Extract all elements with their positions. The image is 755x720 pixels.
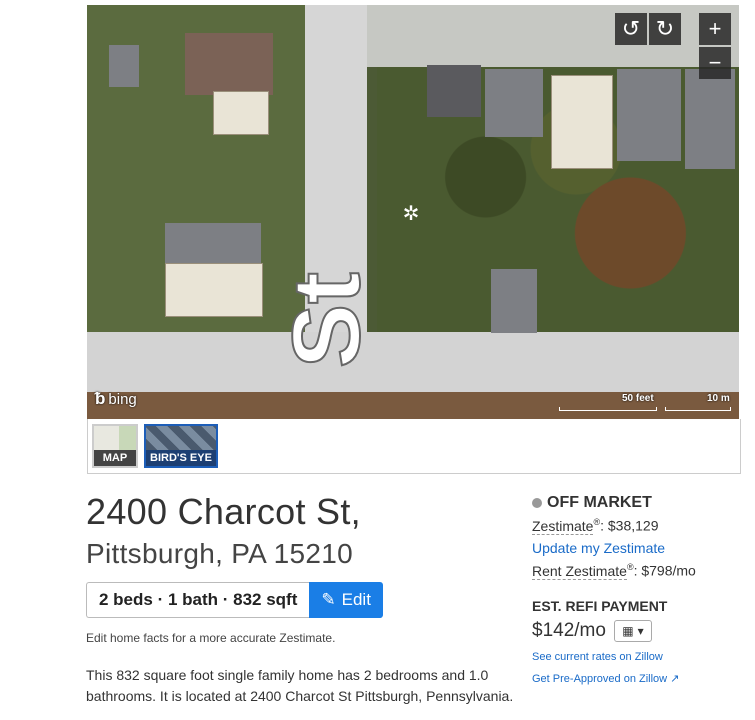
refi-amount: $142/mo bbox=[532, 620, 606, 641]
street-name-label: St bbox=[272, 271, 381, 369]
pencil-icon: ✎ bbox=[321, 590, 336, 609]
zestimate-line: Zestimate®: $38,129 bbox=[532, 517, 659, 535]
address-street: 2400 Charcot St, bbox=[86, 491, 361, 532]
calculator-icon: ▦ bbox=[622, 624, 634, 638]
rent-zestimate-value: : $798/mo bbox=[633, 562, 696, 579]
house bbox=[165, 263, 263, 317]
home-facts-summary: 2 beds · 1 bath · 832 sqft bbox=[86, 582, 310, 618]
birds-eye-thumbnail bbox=[146, 426, 216, 450]
pre-approved-link[interactable]: Get Pre-Approved on Zillow ↗ bbox=[532, 672, 679, 685]
map-street-top bbox=[367, 5, 739, 67]
status-label: OFF MARKET bbox=[547, 494, 652, 511]
edit-facts-button[interactable]: ✎ Edit bbox=[309, 582, 383, 618]
status-dot-icon bbox=[532, 498, 542, 508]
map-type-label: BIRD'S EYE bbox=[146, 450, 216, 466]
refi-title: EST. REFI PAYMENT bbox=[532, 598, 668, 614]
map-street-horizontal bbox=[87, 332, 739, 392]
house-roof bbox=[109, 45, 139, 87]
rent-zestimate-label[interactable]: Rent Zestimate bbox=[532, 562, 627, 580]
bing-label: bing bbox=[108, 390, 137, 408]
edit-hint: Edit home facts for a more accurate Zest… bbox=[86, 631, 336, 645]
listing-status: OFF MARKET bbox=[532, 494, 652, 512]
home-description: This 832 square foot single family home … bbox=[86, 667, 514, 704]
map-type-label: MAP bbox=[94, 450, 136, 466]
refi-row: $142/mo ▦ ▾ bbox=[532, 620, 652, 642]
map-thumbnail bbox=[94, 426, 136, 450]
map-type-birds-eye-button[interactable]: BIRD'S EYE bbox=[144, 424, 218, 468]
map-type-bar: MAP BIRD'S EYE bbox=[87, 419, 741, 474]
aerial-map[interactable]: St ✲ ↺ ↻ + − ᵬ bing 50 feet 10 m bbox=[87, 5, 739, 419]
scale-meters-bar bbox=[665, 407, 731, 411]
zoom-out-button[interactable]: − bbox=[699, 47, 731, 79]
house-roof bbox=[617, 69, 681, 161]
bing-logo-icon: ᵬ bbox=[95, 389, 106, 408]
rent-zestimate-line: Rent Zestimate®: $798/mo bbox=[532, 562, 696, 580]
map-center-crosshair-icon: ✲ bbox=[402, 203, 420, 225]
scale-meters-label: 10 m bbox=[707, 393, 730, 404]
zoom-in-button[interactable]: + bbox=[699, 13, 731, 45]
edit-label: Edit bbox=[341, 590, 371, 609]
scale-feet-label: 50 feet bbox=[622, 393, 654, 404]
house-roof bbox=[685, 69, 735, 169]
house-roof bbox=[485, 69, 543, 137]
house bbox=[551, 75, 613, 169]
calculator-dropdown-button[interactable]: ▦ ▾ bbox=[613, 620, 652, 642]
zestimate-value: : $38,129 bbox=[600, 517, 659, 534]
map-type-map-button[interactable]: MAP bbox=[92, 424, 138, 468]
house-roof bbox=[427, 65, 481, 117]
rotate-right-button[interactable]: ↻ bbox=[649, 13, 681, 45]
house-roof bbox=[185, 33, 273, 95]
zestimate-label[interactable]: Zestimate bbox=[532, 517, 594, 535]
bing-attribution[interactable]: ᵬ bing bbox=[95, 389, 137, 409]
house bbox=[213, 91, 269, 135]
pre-approved-label: Get Pre-Approved on Zillow bbox=[532, 673, 668, 685]
external-link-icon: ↗ bbox=[670, 673, 680, 685]
rotate-left-button[interactable]: ↺ bbox=[615, 13, 647, 45]
update-zestimate-link[interactable]: Update my Zestimate bbox=[532, 540, 665, 556]
caret-down-icon: ▾ bbox=[637, 624, 644, 638]
scale-feet-bar bbox=[559, 407, 657, 411]
registered-mark: ® bbox=[626, 562, 634, 572]
garage-roof bbox=[491, 269, 537, 333]
home-facts: 2 beds · 1 bath · 832 sqft ✎ Edit bbox=[86, 582, 383, 618]
current-rates-link[interactable]: See current rates on Zillow bbox=[532, 651, 663, 663]
address-city: Pittsburgh, PA 15210 bbox=[86, 538, 353, 569]
